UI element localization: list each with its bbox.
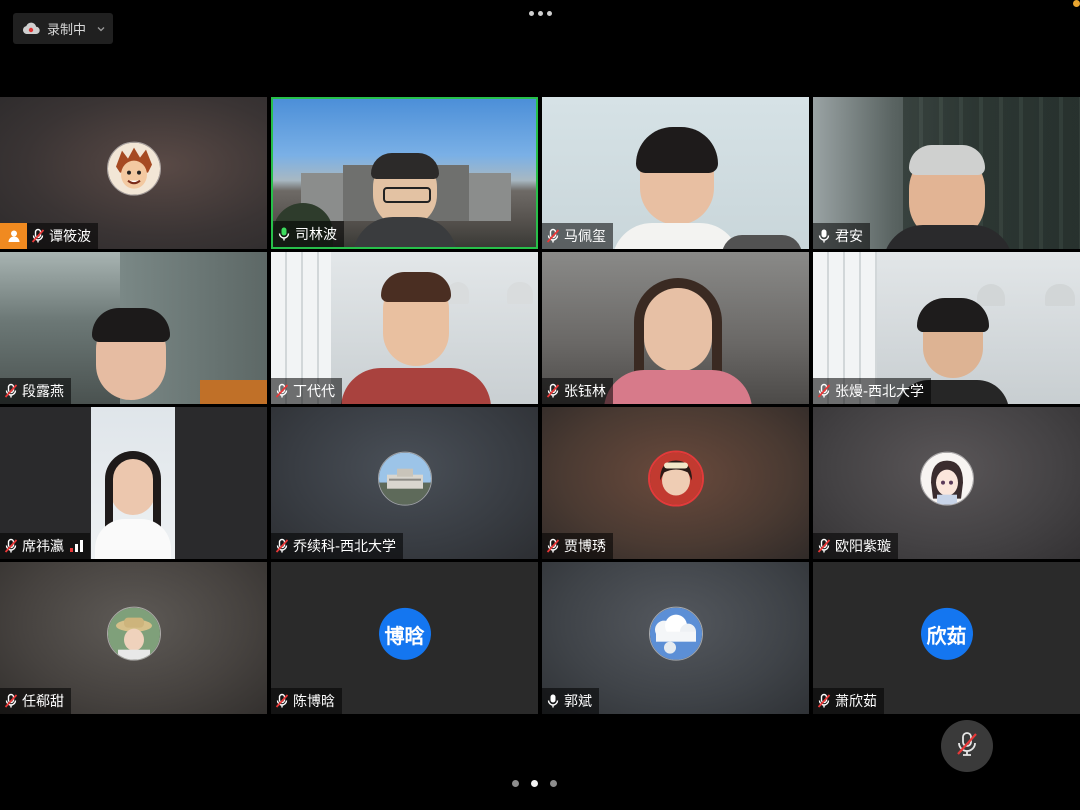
participant-name: 张熳-西北大学 <box>835 384 925 400</box>
mic-muted-icon <box>275 383 289 399</box>
mic-muted-icon <box>817 693 831 709</box>
participant-tile[interactable]: 席祎瀛 <box>0 407 267 559</box>
participant-nameplate: 任郗甜 <box>0 688 71 714</box>
participant-nameplate: 君安 <box>813 223 870 249</box>
network-signal-icon <box>70 540 83 552</box>
participant-name: 马佩玺 <box>564 229 606 245</box>
participant-nameplate: 谭筱波 <box>27 223 98 249</box>
unmute-button[interactable] <box>941 720 993 772</box>
participant-name: 段露燕 <box>22 384 64 400</box>
mic-muted-icon <box>817 383 831 399</box>
mic-on-icon <box>817 228 831 244</box>
participant-tile[interactable]: 丁代代 <box>271 252 538 404</box>
participant-tile[interactable]: 张熳-西北大学 <box>813 252 1080 404</box>
participant-tile[interactable]: 任郗甜 <box>0 562 267 714</box>
mic-active-icon <box>277 226 291 242</box>
participant-text-avatar: 欣茹 <box>920 607 973 660</box>
participant-nameplate: 席祎瀛 <box>0 533 90 559</box>
participant-name: 谭筱波 <box>49 229 91 245</box>
participant-nameplate: 萧欣茹 <box>813 688 884 714</box>
mic-muted-icon <box>546 538 560 554</box>
participant-tile[interactable]: 欧阳紫璇 <box>813 407 1080 559</box>
participant-nameplate: 陈博晗 <box>271 688 342 714</box>
participant-name: 欧阳紫璇 <box>835 539 891 555</box>
participant-tile[interactable]: 欣茹 萧欣茹 <box>813 562 1080 714</box>
mic-on-icon <box>546 693 560 709</box>
more-options-icon[interactable] <box>526 8 554 18</box>
participant-avatar <box>919 451 974 506</box>
participant-name: 张钰林 <box>564 384 606 400</box>
recording-label: 录制中 <box>47 23 87 38</box>
participant-name: 丁代代 <box>293 384 335 400</box>
status-indicator-dot <box>1073 0 1080 7</box>
participant-nameplate: 司林波 <box>273 221 344 247</box>
participant-name: 君安 <box>835 229 863 245</box>
participant-tile[interactable]: 贾博琇 <box>542 407 809 559</box>
participant-nameplate: 丁代代 <box>271 378 342 404</box>
participant-tile[interactable]: 谭筱波 <box>0 97 267 249</box>
page-dot[interactable] <box>512 780 519 787</box>
participant-avatar <box>106 141 161 196</box>
participant-tile[interactable]: 张钰林 <box>542 252 809 404</box>
participant-tile[interactable]: 马佩玺 <box>542 97 809 249</box>
participant-name: 司林波 <box>295 227 337 243</box>
participant-nameplate: 张熳-西北大学 <box>813 378 932 404</box>
participant-text-avatar: 博晗 <box>378 607 431 660</box>
participant-name: 乔续科-西北大学 <box>293 539 397 555</box>
participant-tile[interactable]: 君安 <box>813 97 1080 249</box>
participant-nameplate: 马佩玺 <box>542 223 613 249</box>
cloud-record-icon <box>22 22 40 36</box>
mic-muted-icon <box>817 538 831 554</box>
chevron-down-icon <box>96 24 106 34</box>
participant-nameplate: 欧阳紫璇 <box>813 533 898 559</box>
participant-avatar <box>647 450 704 507</box>
participant-name: 席祎瀛 <box>22 539 64 555</box>
mic-muted-icon <box>4 383 18 399</box>
participant-nameplate: 段露燕 <box>0 378 71 404</box>
host-badge-icon <box>0 223 27 249</box>
participant-name: 萧欣茹 <box>835 694 877 710</box>
mic-muted-icon <box>955 731 979 761</box>
page-dot-active[interactable] <box>531 780 538 787</box>
participant-tile[interactable]: 段露燕 <box>0 252 267 404</box>
participant-tile-active-speaker[interactable]: 司林波 <box>271 97 538 249</box>
participant-tile[interactable]: 博晗 陈博晗 <box>271 562 538 714</box>
participant-name: 贾博琇 <box>564 539 606 555</box>
page-indicator[interactable] <box>512 780 557 787</box>
participant-avatar <box>648 606 703 661</box>
participant-nameplate: 郭斌 <box>542 688 599 714</box>
participant-nameplate: 张钰林 <box>542 378 613 404</box>
participant-name: 陈博晗 <box>293 694 335 710</box>
mic-muted-icon <box>31 228 45 244</box>
mic-muted-icon <box>546 228 560 244</box>
participant-tile[interactable]: 郭斌 <box>542 562 809 714</box>
mic-muted-icon <box>275 693 289 709</box>
participant-avatar <box>106 606 161 661</box>
mic-muted-icon <box>4 538 18 554</box>
participant-nameplate: 乔续科-西北大学 <box>271 533 404 559</box>
participant-grid: 谭筱波 司林波 马佩玺 君安 段露燕 丁代代 张钰林 张熳-西北大学 席祎瀛 乔… <box>0 97 1080 714</box>
page-dot[interactable] <box>550 780 557 787</box>
participant-name: 郭斌 <box>564 694 592 710</box>
mic-muted-icon <box>546 383 560 399</box>
participant-nameplate: 贾博琇 <box>542 533 613 559</box>
mic-muted-icon <box>275 538 289 554</box>
mic-muted-icon <box>4 693 18 709</box>
participant-avatar <box>377 451 432 506</box>
portrait-video-feed <box>91 407 175 559</box>
participant-name: 任郗甜 <box>22 694 64 710</box>
participant-tile[interactable]: 乔续科-西北大学 <box>271 407 538 559</box>
recording-status-badge[interactable]: 录制中 <box>13 13 113 44</box>
